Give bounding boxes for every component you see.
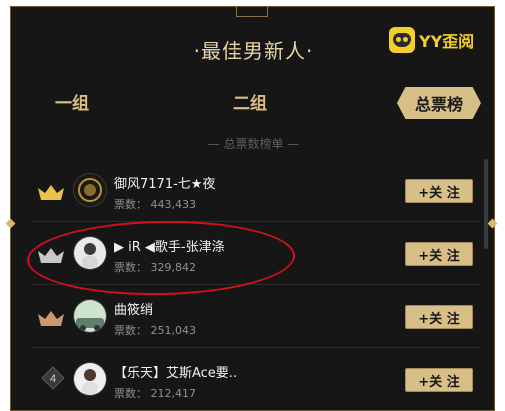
group-tabs: 一组 二组 总票榜 [11,87,496,119]
votes-value: 212,417 [150,387,197,400]
tab-group-2[interactable]: 二组 [233,89,267,114]
streamer-name[interactable]: 【乐天】艾斯Ace要.. [114,362,237,381]
votes-value: 251,043 [150,324,197,337]
follow-button[interactable]: +关 注 [405,368,473,392]
follow-button[interactable]: +关 注 [405,242,473,266]
votes-label: 票数： [114,387,147,400]
award-panel: ·最佳男新人· YY歪阅 一组 二组 总票榜 — 总票数榜单 — 御风7171-… [5,6,498,411]
votes-label: 票数： [114,261,147,274]
gold-crown-icon [38,185,64,200]
follow-button[interactable]: +关 注 [405,305,473,329]
streamer-name[interactable]: 御风7171-七★夜 [114,173,215,192]
ranking-subheader: — 总票数榜单 — [207,137,300,151]
list-item: ▶ iR ◀歌手-张津涤 票数： 329,842 +关 注 [11,222,496,284]
streamer-name[interactable]: ▶ iR ◀歌手-张津涤 [114,236,225,255]
screenshot-frame: ·最佳男新人· YY歪阅 一组 二组 总票榜 — 总票数榜单 — 御风7171-… [0,0,505,411]
avatar[interactable] [73,299,107,333]
follow-button[interactable]: +关 注 [405,179,473,203]
rank-badge: 4 [41,366,65,390]
yy-logo: YY歪阅 [389,27,474,53]
vote-count: 票数： 443,433 [114,196,196,212]
vote-count: 票数： 212,417 [114,385,196,401]
avatar[interactable] [73,362,107,396]
vote-count: 票数： 251,043 [114,322,196,338]
vote-count: 票数： 329,842 [114,259,196,275]
votes-value: 443,433 [150,198,197,211]
votes-label: 票数： [114,324,147,337]
avatar[interactable] [73,236,107,270]
streamer-name[interactable]: 曲筱绡 [114,299,153,318]
list-item: 4 【乐天】艾斯Ace要.. 票数： 212,417 +关 注 [11,348,496,410]
tab-group-1[interactable]: 一组 [55,89,89,114]
silver-crown-icon [38,248,64,263]
rank-number: 4 [50,373,56,385]
votes-label: 票数： [114,198,147,211]
tab-total-ranking[interactable]: 总票榜 [397,87,481,119]
list-item: 御风7171-七★夜 票数： 443,433 +关 注 [11,159,496,221]
yy-mascot-icon [389,27,415,53]
logo-text: YY歪阅 [419,32,475,51]
bronze-crown-icon [38,311,64,326]
avatar[interactable] [73,173,107,207]
list-item: 曲筱绡 票数： 251,043 +关 注 [11,285,496,347]
votes-value: 329,842 [150,261,197,274]
